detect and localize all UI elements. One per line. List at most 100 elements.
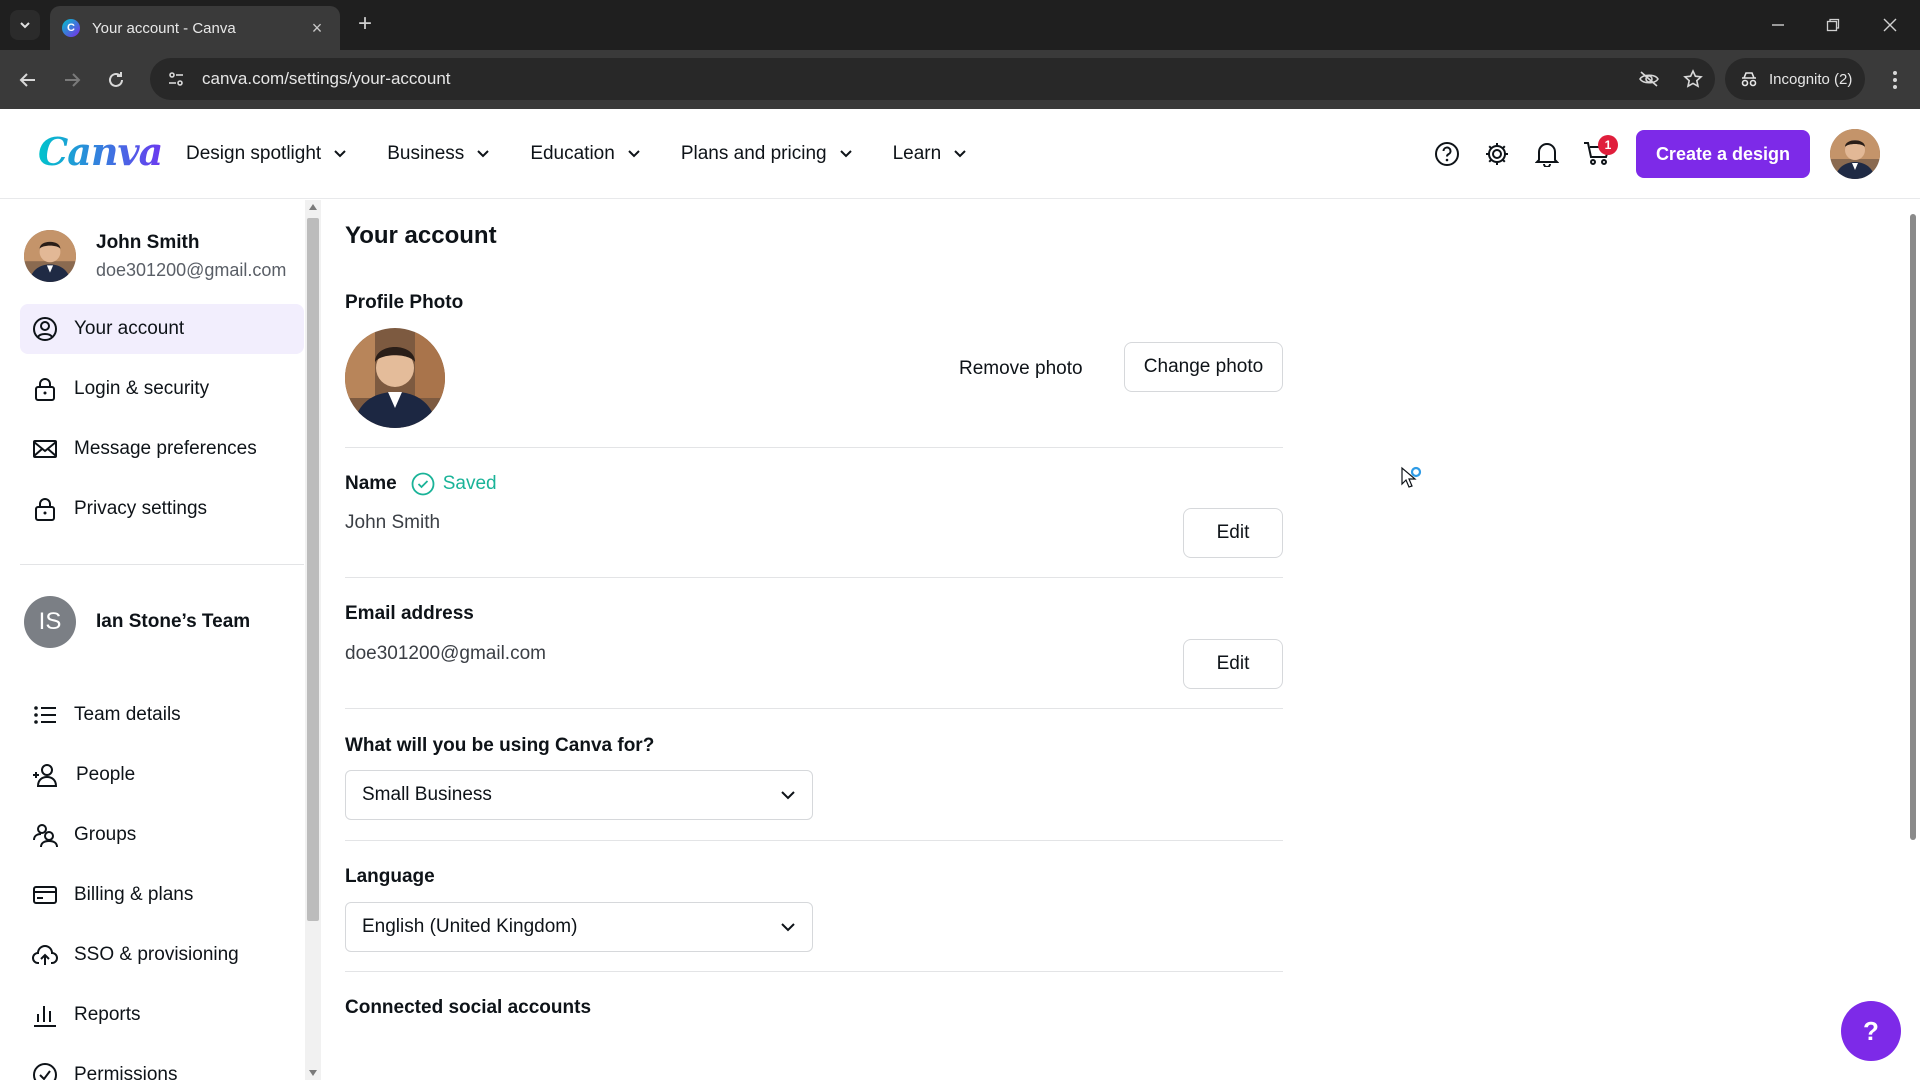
- name-section: Name Saved John Smith Edit: [345, 448, 1283, 578]
- nav-design-spotlight[interactable]: Design spotlight: [186, 143, 347, 165]
- mouse-cursor-icon: [1400, 466, 1426, 497]
- gear-icon[interactable]: [1472, 129, 1522, 179]
- nav-label: Learn: [892, 143, 942, 164]
- browser-toolbar: canva.com/settings/your-account Incognit…: [0, 50, 1920, 109]
- new-tab-icon[interactable]: +: [352, 12, 378, 38]
- profile-photo-section: Profile Photo Remove photo Change photo: [345, 292, 1283, 448]
- address-bar[interactable]: canva.com/settings/your-account: [150, 58, 1715, 100]
- usage-label: What will you be using Canva for?: [345, 735, 655, 756]
- nav-label: Education: [530, 143, 615, 164]
- bookmark-star-icon[interactable]: [1671, 58, 1715, 100]
- profile-photo-label: Profile Photo: [345, 292, 464, 313]
- help-icon[interactable]: [1422, 129, 1472, 179]
- scroll-down-icon[interactable]: [309, 1070, 317, 1076]
- url-text[interactable]: canva.com/settings/your-account: [202, 69, 1627, 89]
- avatar: [24, 230, 76, 282]
- sidebar-scrollbar[interactable]: [305, 200, 321, 1080]
- sidebar-scroll-thumb[interactable]: [307, 218, 319, 921]
- name-label-row: Name Saved: [345, 472, 497, 496]
- sidebar-profile: John Smith doe301200@gmail.com: [24, 230, 286, 282]
- minimize-icon[interactable]: [1758, 10, 1798, 40]
- nav-learn[interactable]: Learn: [893, 143, 968, 165]
- incognito-indicator[interactable]: Incognito (2): [1725, 58, 1865, 100]
- sidebar-item-your-account[interactable]: Your account: [20, 304, 304, 354]
- list-icon: [34, 706, 56, 724]
- scroll-up-icon[interactable]: [309, 204, 317, 210]
- site-header: Canva Design spotlight Business Educatio…: [0, 109, 1920, 199]
- profile-photo: [345, 328, 445, 428]
- page-scroll-thumb[interactable]: [1910, 214, 1916, 840]
- change-photo-button[interactable]: Change photo: [1124, 342, 1283, 392]
- tab-search-button[interactable]: [10, 10, 40, 40]
- groups-icon: [33, 824, 58, 848]
- language-select[interactable]: English (United Kingdom): [345, 902, 813, 952]
- create-design-button[interactable]: Create a design: [1635, 130, 1810, 178]
- usage-select[interactable]: Small Business: [345, 770, 813, 820]
- profile-name: John Smith: [96, 231, 200, 253]
- edit-email-button[interactable]: Edit: [1183, 639, 1283, 689]
- browser-tabstrip: C Your account - Canva × +: [0, 0, 1920, 50]
- email-value: doe301200@gmail.com: [345, 643, 546, 664]
- nav-label: Design spotlight: [186, 143, 322, 164]
- eye-off-icon[interactable]: [1627, 58, 1671, 100]
- help-chat-button[interactable]: ?: [1841, 1001, 1901, 1061]
- site-info-icon[interactable]: [156, 58, 196, 100]
- main-nav: Design spotlight Business Education Plan…: [186, 109, 1007, 199]
- sidebar-item-billing-plans[interactable]: Billing & plans: [20, 870, 304, 920]
- sidebar-item-reports[interactable]: Reports: [20, 990, 304, 1040]
- canva-logo[interactable]: Canva: [38, 129, 163, 174]
- sidebar-item-groups[interactable]: Groups: [20, 810, 304, 860]
- cloud-upload-icon: [32, 945, 58, 965]
- sidebar-item-label: Login & security: [74, 378, 210, 399]
- nav-education[interactable]: Education: [530, 143, 641, 165]
- edit-name-button[interactable]: Edit: [1183, 508, 1283, 558]
- saved-status: Saved: [411, 472, 497, 496]
- avatar[interactable]: [1830, 129, 1880, 179]
- reload-icon[interactable]: [100, 64, 132, 96]
- remove-photo-button[interactable]: Remove photo: [959, 358, 1083, 380]
- canva-favicon-icon: C: [62, 19, 80, 37]
- header-actions: 1 Create a design: [1422, 109, 1920, 199]
- bell-icon[interactable]: [1522, 129, 1572, 179]
- settings-sidebar: John Smith doe301200@gmail.com Your acco…: [0, 200, 305, 1080]
- sidebar-item-sso-provisioning[interactable]: SSO & provisioning: [20, 930, 304, 980]
- nav-plans-and-pricing[interactable]: Plans and pricing: [681, 143, 853, 165]
- cart-badge: 1: [1597, 135, 1618, 155]
- nav-business[interactable]: Business: [387, 143, 490, 165]
- team-avatar: IS: [24, 596, 76, 648]
- chevron-down-icon: [781, 791, 795, 800]
- page-scrollbar[interactable]: [1904, 200, 1920, 1080]
- sidebar-item-label: Team details: [74, 704, 181, 725]
- nav-label: Plans and pricing: [680, 143, 827, 164]
- restore-icon[interactable]: [1813, 10, 1853, 40]
- person-add-icon: [33, 764, 58, 787]
- sidebar-item-privacy-settings[interactable]: Privacy settings: [20, 484, 304, 534]
- browser-tab[interactable]: C Your account - Canva ×: [50, 6, 340, 50]
- incognito-label: Incognito (2): [1769, 70, 1853, 88]
- sidebar-item-message-preferences[interactable]: Message preferences: [20, 424, 304, 474]
- sidebar-item-label: Reports: [74, 1004, 141, 1025]
- sidebar-team[interactable]: IS Ian Stone’s Team: [24, 596, 250, 648]
- language-label: Language: [345, 866, 435, 887]
- cart-icon[interactable]: 1: [1572, 129, 1622, 179]
- browser-menu-icon[interactable]: [1880, 64, 1910, 96]
- connected-accounts-label: Connected social accounts: [345, 997, 592, 1018]
- sidebar-item-label: Privacy settings: [74, 498, 208, 519]
- sidebar-item-team-details[interactable]: Team details: [20, 690, 304, 740]
- sidebar-item-people[interactable]: People: [20, 750, 304, 800]
- user-circle-icon: [33, 317, 57, 341]
- bar-chart-icon: [34, 1006, 56, 1027]
- sidebar-item-login-security[interactable]: Login & security: [20, 364, 304, 414]
- profile-email: doe301200@gmail.com: [96, 259, 287, 280]
- sidebar-item-permissions[interactable]: Permissions: [20, 1050, 304, 1080]
- email-section: Email address doe301200@gmail.com Edit: [345, 578, 1283, 709]
- sidebar-item-label: Your account: [74, 318, 185, 339]
- chevron-down-icon: [477, 150, 490, 158]
- back-icon[interactable]: [12, 64, 44, 96]
- forward-icon[interactable]: [56, 64, 88, 96]
- window-close-icon[interactable]: [1870, 10, 1910, 40]
- tab-close-icon[interactable]: ×: [306, 18, 328, 39]
- account-nav: Your account Login & security Message pr…: [20, 304, 304, 544]
- check-circle-icon: [33, 1063, 57, 1080]
- credit-card-icon: [33, 886, 57, 904]
